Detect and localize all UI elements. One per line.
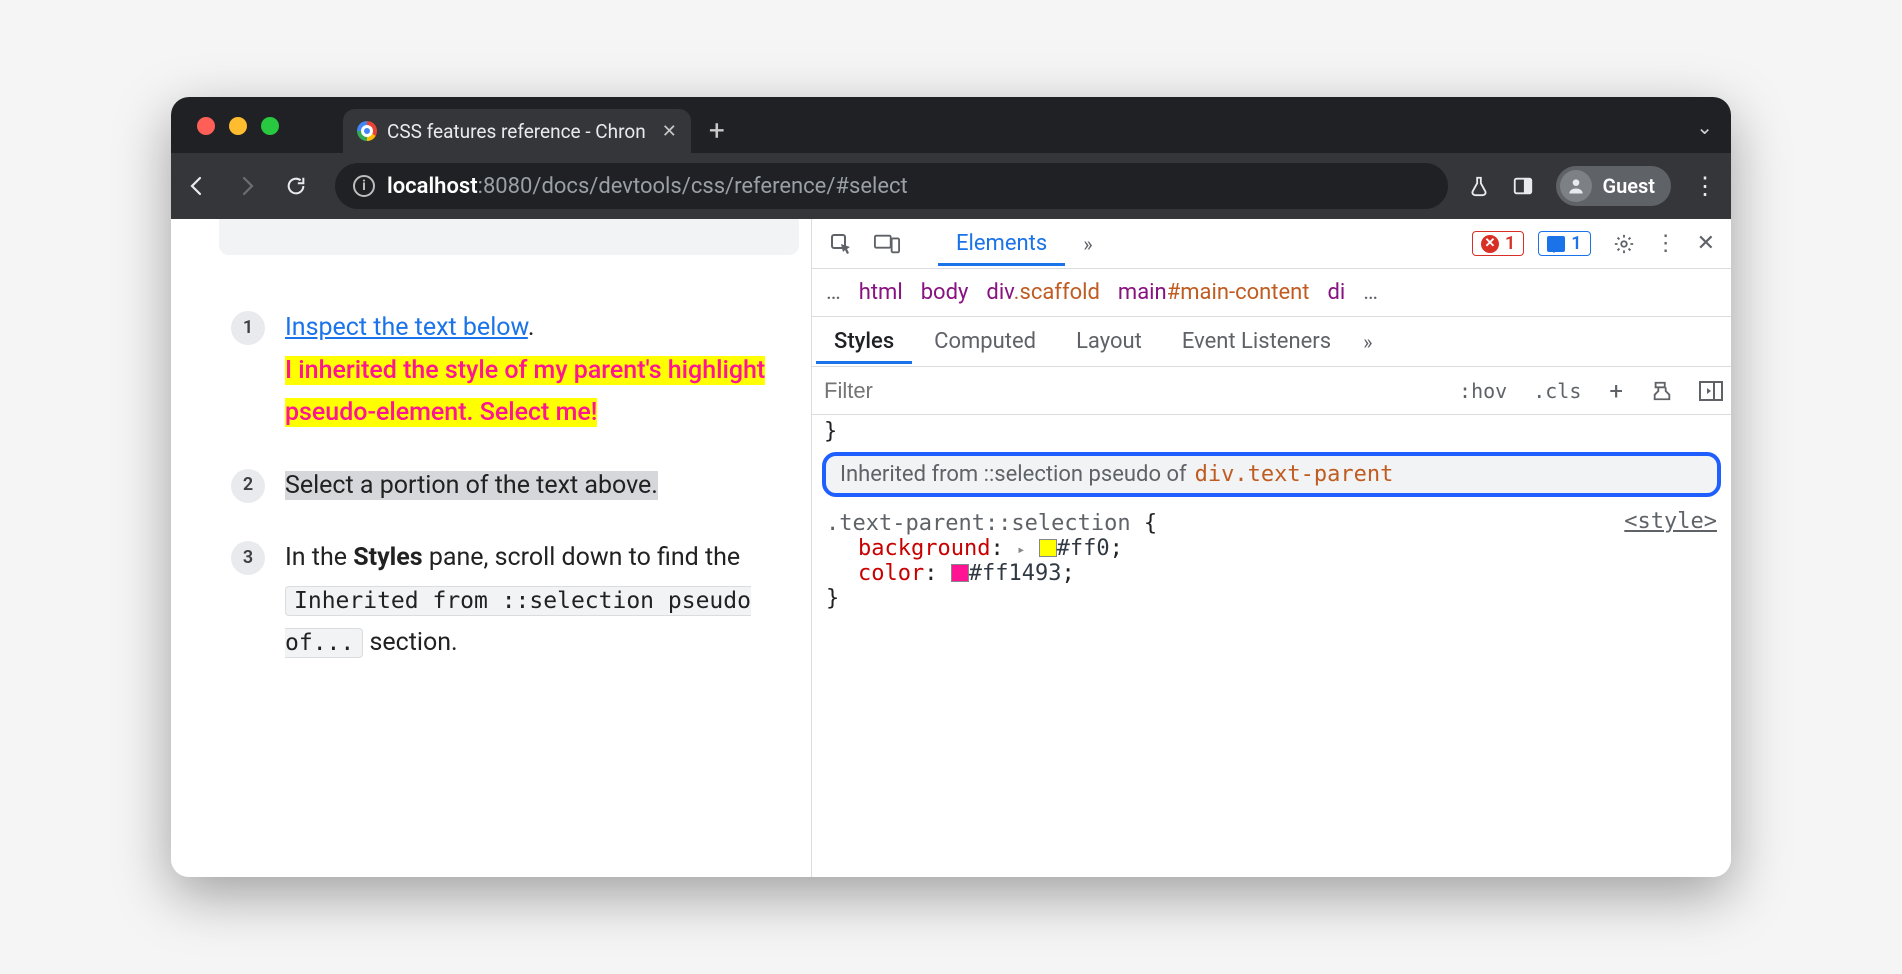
css-rule[interactable]: <style> .text-parent::selection { backgr… bbox=[812, 507, 1731, 615]
step-3-bold: Styles bbox=[353, 543, 422, 572]
step-2: 2 Select a portion of the text above. bbox=[231, 465, 775, 508]
forward-button[interactable] bbox=[235, 174, 275, 198]
styles-filter-bar: :hov .cls + bbox=[812, 367, 1731, 415]
side-panel-icon[interactable] bbox=[1512, 175, 1534, 197]
browser-window: CSS features reference - Chron ✕ + ⌄ i l… bbox=[171, 97, 1731, 877]
step-3-part-c: pane, scroll down to find the bbox=[423, 543, 741, 572]
period: . bbox=[528, 313, 535, 342]
devtools-menu-icon[interactable]: ⋮ bbox=[1655, 231, 1677, 256]
close-tab-icon[interactable]: ✕ bbox=[662, 121, 677, 142]
close-devtools-icon[interactable]: ✕ bbox=[1697, 231, 1715, 256]
step-2-text: Select a portion of the text above. bbox=[285, 471, 658, 500]
labs-icon[interactable] bbox=[1468, 174, 1490, 198]
color-swatch-icon[interactable] bbox=[951, 564, 969, 582]
message-count: 1 bbox=[1571, 233, 1581, 254]
subtab-layout[interactable]: Layout bbox=[1058, 319, 1160, 364]
devtools-panel: Elements » ✕ 1 1 ⋮ ✕ bbox=[811, 219, 1731, 877]
error-icon: ✕ bbox=[1481, 235, 1499, 253]
closing-brace: } bbox=[812, 419, 1731, 444]
inherited-source-link[interactable]: div.text-parent bbox=[1195, 462, 1394, 487]
reload-button[interactable] bbox=[285, 175, 325, 197]
inspect-element-icon[interactable] bbox=[822, 225, 860, 263]
back-button[interactable] bbox=[185, 174, 225, 198]
message-icon bbox=[1547, 236, 1565, 252]
subtab-styles[interactable]: Styles bbox=[816, 319, 912, 364]
inspect-link[interactable]: Inspect the text below bbox=[285, 313, 528, 342]
styles-pane: } Inherited from ::selection pseudo of d… bbox=[812, 415, 1731, 877]
tab-overflow-icon[interactable]: ⌄ bbox=[1696, 115, 1713, 139]
new-rule-button[interactable]: + bbox=[1599, 377, 1633, 405]
devtools-toolbar: Elements » ✕ 1 1 ⋮ ✕ bbox=[812, 219, 1731, 269]
new-tab-button[interactable]: + bbox=[709, 109, 725, 153]
inherited-section-header[interactable]: Inherited from ::selection pseudo of div… bbox=[822, 452, 1721, 497]
profile-label: Guest bbox=[1602, 174, 1655, 198]
copy-styles-icon[interactable] bbox=[1643, 380, 1681, 402]
step-3-part-a: In the bbox=[285, 543, 353, 572]
css-property-background[interactable]: background: ▸ #ff0; bbox=[826, 536, 1717, 561]
stylesheet-link[interactable]: <style> bbox=[1624, 509, 1717, 534]
subtab-computed[interactable]: Computed bbox=[916, 319, 1054, 364]
message-badge[interactable]: 1 bbox=[1538, 231, 1590, 256]
inherited-label: Inherited from ::selection pseudo of bbox=[840, 462, 1187, 487]
crumb-body: body bbox=[921, 280, 969, 305]
more-subtabs-icon[interactable]: » bbox=[1353, 330, 1382, 354]
step-3: 3 In the Styles pane, scroll down to fin… bbox=[231, 537, 775, 665]
settings-icon[interactable] bbox=[1613, 233, 1635, 255]
url-host: localhost bbox=[387, 174, 478, 199]
page-header-strip bbox=[219, 219, 799, 255]
step-number: 1 bbox=[231, 311, 265, 345]
styles-subtabs: Styles Computed Layout Event Listeners » bbox=[812, 317, 1731, 367]
computed-panel-toggle-icon[interactable] bbox=[1691, 381, 1731, 401]
breadcrumb-ellipsis[interactable]: … bbox=[826, 280, 841, 305]
profile-chip[interactable]: Guest bbox=[1556, 166, 1671, 206]
expand-shorthand-icon[interactable]: ▸ bbox=[1017, 542, 1025, 558]
device-toolbar-icon[interactable] bbox=[868, 225, 906, 263]
inline-code: Inherited from ::selection pseudo of... bbox=[285, 586, 751, 659]
window-controls bbox=[197, 117, 279, 135]
close-window-icon[interactable] bbox=[197, 117, 215, 135]
tab-elements[interactable]: Elements bbox=[938, 221, 1065, 266]
content-area: 1 Inspect the text below. I inherited th… bbox=[171, 219, 1731, 877]
rule-selector[interactable]: .text-parent::selection bbox=[826, 511, 1131, 536]
tab-title: CSS features reference - Chron bbox=[387, 120, 646, 143]
breadcrumb-ellipsis-end[interactable]: … bbox=[1363, 280, 1378, 305]
page-viewport: 1 Inspect the text below. I inherited th… bbox=[171, 219, 811, 877]
site-info-icon[interactable]: i bbox=[353, 175, 375, 197]
avatar-icon bbox=[1560, 170, 1592, 202]
chrome-favicon-icon bbox=[357, 121, 377, 141]
step-number: 2 bbox=[231, 469, 265, 503]
error-count: 1 bbox=[1505, 233, 1515, 254]
browser-menu-icon[interactable]: ⋮ bbox=[1693, 172, 1717, 200]
browser-tab[interactable]: CSS features reference - Chron ✕ bbox=[343, 109, 691, 153]
browser-toolbar: i localhost:8080/docs/devtools/css/refer… bbox=[171, 153, 1731, 219]
minimize-window-icon[interactable] bbox=[229, 117, 247, 135]
crumb-di[interactable]: di bbox=[1328, 280, 1346, 305]
url-path: :8080/docs/devtools/css/reference/#selec… bbox=[478, 174, 908, 199]
step-number: 3 bbox=[231, 541, 265, 575]
crumb-div-scaffold[interactable]: div.scaffold bbox=[986, 280, 1100, 305]
address-bar[interactable]: i localhost:8080/docs/devtools/css/refer… bbox=[335, 163, 1448, 209]
step-3-part-d: section. bbox=[363, 628, 457, 657]
highlighted-sample-text[interactable]: I inherited the style of my parent's hig… bbox=[285, 356, 765, 428]
styles-filter-input[interactable] bbox=[824, 378, 1184, 404]
dom-breadcrumb[interactable]: … html body div.scaffold main#main-conte… bbox=[812, 269, 1731, 317]
tab-strip: CSS features reference - Chron ✕ + ⌄ bbox=[171, 97, 1731, 153]
color-swatch-icon[interactable] bbox=[1039, 539, 1057, 557]
more-tabs-icon[interactable]: » bbox=[1073, 232, 1102, 256]
crumb-main[interactable]: main#main-content bbox=[1118, 280, 1310, 305]
error-badge[interactable]: ✕ 1 bbox=[1472, 231, 1524, 256]
step-1: 1 Inspect the text below. I inherited th… bbox=[231, 307, 775, 435]
crumb-html: html bbox=[859, 280, 903, 305]
subtab-event-listeners[interactable]: Event Listeners bbox=[1164, 319, 1349, 364]
css-property-color[interactable]: color: #ff1493; bbox=[826, 561, 1717, 586]
hov-toggle[interactable]: :hov bbox=[1451, 375, 1515, 407]
cls-toggle[interactable]: .cls bbox=[1525, 375, 1589, 407]
maximize-window-icon[interactable] bbox=[261, 117, 279, 135]
